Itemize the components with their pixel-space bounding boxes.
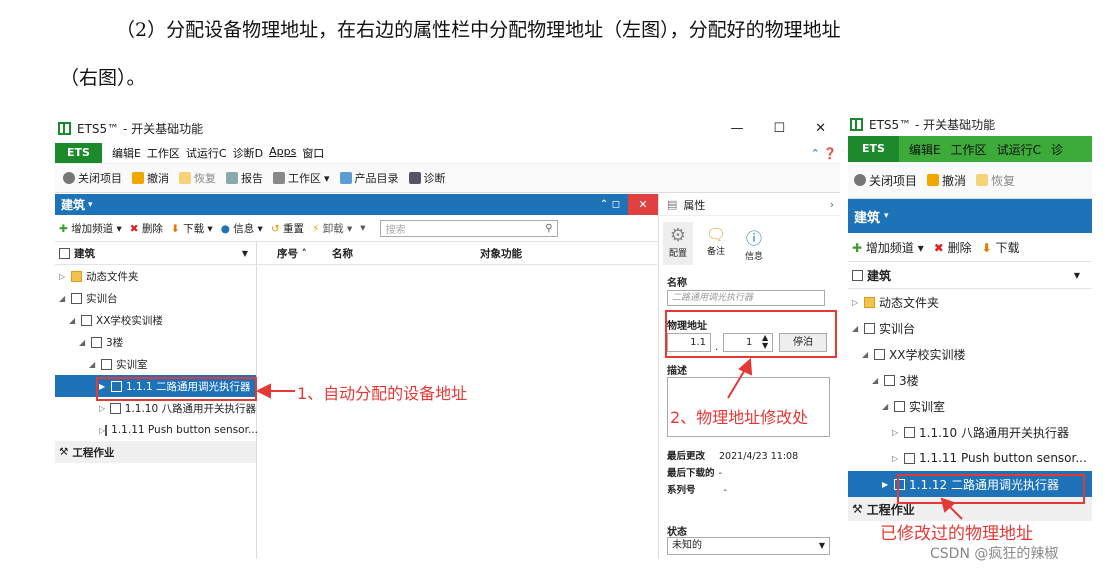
annotation-arrows [255,357,963,520]
annotation-2: 2、物理地址修改处 [670,408,809,427]
csdn-watermark: CSDN @疯狂的辣椒 [930,546,1059,562]
annotation-1: 1、自动分配的设备地址 [297,384,468,403]
annotation-3: 已修改过的物理地址 [880,524,1033,544]
